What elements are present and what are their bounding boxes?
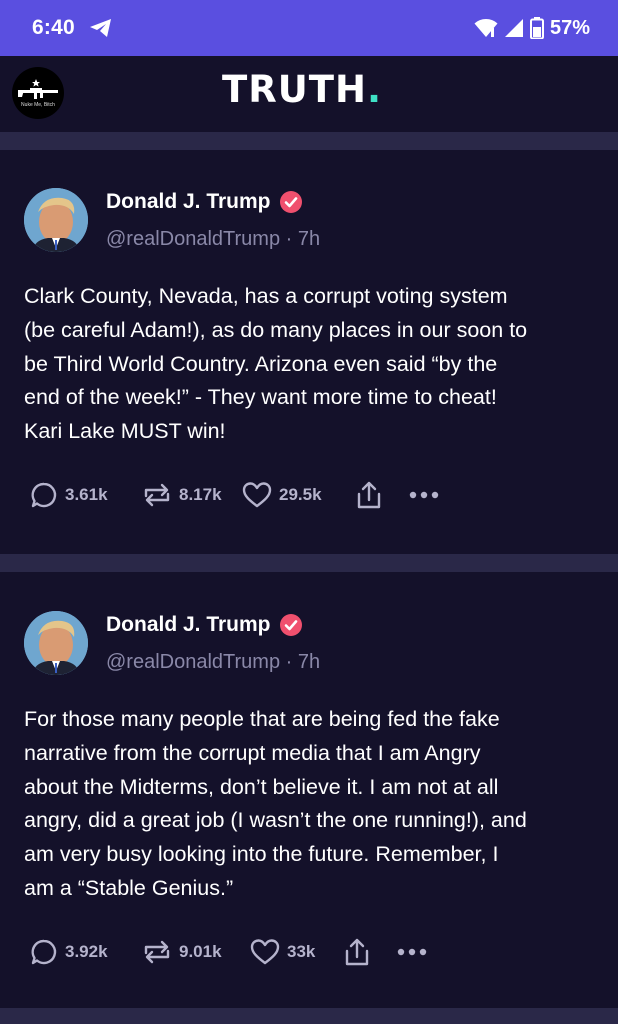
post-time: · 7h <box>285 228 321 250</box>
author-handle[interactable]: @realDonaldTrump <box>106 651 280 673</box>
post-text-line: end of the week!” - They want more time … <box>24 385 497 410</box>
author-meta: @realDonaldTrump · 7h <box>106 651 320 674</box>
author-meta: @realDonaldTrump · 7h <box>106 228 320 251</box>
status-time: 6:40 <box>32 16 75 39</box>
post-text-line: Clark County, Nevada, has a corrupt voti… <box>24 284 508 308</box>
author-name[interactable]: Donald J. Trump <box>106 613 271 637</box>
verified-badge-icon <box>279 191 302 213</box>
share-icon <box>357 481 381 509</box>
reply-count: 3.61k <box>65 485 108 504</box>
heart-icon <box>242 482 272 508</box>
author-row: Donald J. Trump <box>106 190 303 214</box>
battery-icon <box>529 17 544 39</box>
reply-icon <box>31 482 57 508</box>
logo-text: TRUTH <box>222 68 367 111</box>
more-options-button[interactable] <box>408 490 440 500</box>
post-card[interactable]: Donald J. Trump @realDonaldTrump · 7h Cl… <box>0 150 618 554</box>
retruth-button[interactable]: 9.01k <box>142 938 250 966</box>
portrait-image <box>24 188 88 252</box>
profile-avatar-caption: Nuke Me, Bitch <box>21 102 55 108</box>
heart-icon <box>250 939 280 965</box>
author-row: Donald J. Trump <box>106 613 303 637</box>
reply-button[interactable]: 3.61k <box>30 481 142 509</box>
retruth-icon <box>144 940 170 964</box>
post-text: For those many people that are being fed… <box>24 703 604 906</box>
author-name[interactable]: Donald J. Trump <box>106 190 271 214</box>
author-handle[interactable]: @realDonaldTrump <box>106 228 280 250</box>
post-text-line: (be careful Adam!), as do many places in… <box>24 317 528 342</box>
retruth-count: 9.01k <box>179 942 222 961</box>
post-text-line: am a “Stable Genius.” <box>24 875 234 900</box>
post-actions: 3.61k 8.17k 29.5k <box>30 480 440 510</box>
feed-divider <box>0 1008 618 1024</box>
telegram-icon <box>89 19 111 37</box>
post-time: · 7h <box>285 651 321 673</box>
post-text-line: narrative from the corrupt media that I … <box>24 740 481 765</box>
share-icon <box>345 938 369 966</box>
battery-percent: 57% <box>549 16 590 39</box>
like-count: 29.5k <box>279 485 322 504</box>
more-options-button[interactable] <box>396 947 428 957</box>
rifle-icon <box>18 79 58 99</box>
share-button[interactable] <box>344 937 396 967</box>
post-text-line: be Third World Country. Arizona even sai… <box>24 351 498 376</box>
like-button[interactable]: 33k <box>250 938 344 966</box>
more-icon <box>397 948 427 956</box>
retruth-count: 8.17k <box>179 485 222 504</box>
author-avatar[interactable] <box>24 611 88 675</box>
reply-button[interactable]: 3.92k <box>30 938 142 966</box>
wifi-icon <box>474 19 498 37</box>
truth-logo[interactable]: TRUTH. <box>222 68 382 111</box>
post-text-line: about the Midterms, don’t believe it. I … <box>24 774 499 799</box>
post-text-line: For those many people that are being fed… <box>24 707 500 731</box>
reply-icon <box>31 939 57 965</box>
post-actions: 3.92k 9.01k 33k <box>30 937 428 967</box>
retruth-icon <box>144 483 170 507</box>
more-icon <box>409 491 439 499</box>
logo-dot: . <box>366 68 383 111</box>
post-text-line: angry, did a great job (I wasn’t the one… <box>24 808 527 833</box>
feed-divider <box>0 132 618 150</box>
post-text-line: am very busy looking into the future. Re… <box>24 842 499 867</box>
portrait-image <box>24 611 88 675</box>
post-card[interactable]: Donald J. Trump @realDonaldTrump · 7h Fo… <box>0 572 618 1008</box>
author-avatar[interactable] <box>24 188 88 252</box>
like-button[interactable]: 29.5k <box>242 481 356 509</box>
reply-count: 3.92k <box>65 942 108 961</box>
feed-divider <box>0 554 618 572</box>
status-bar: 6:40 57% <box>0 0 618 56</box>
retruth-button[interactable]: 8.17k <box>142 481 242 509</box>
profile-avatar-button[interactable]: Nuke Me, Bitch <box>12 67 64 119</box>
like-count: 33k <box>287 942 316 961</box>
post-text: Clark County, Nevada, has a corrupt voti… <box>24 280 604 449</box>
share-button[interactable] <box>356 480 408 510</box>
signal-icon <box>504 19 523 37</box>
verified-badge-icon <box>279 614 302 636</box>
app-header: Nuke Me, Bitch TRUTH. <box>0 56 618 132</box>
post-text-line: Kari Lake MUST win! <box>24 419 226 444</box>
